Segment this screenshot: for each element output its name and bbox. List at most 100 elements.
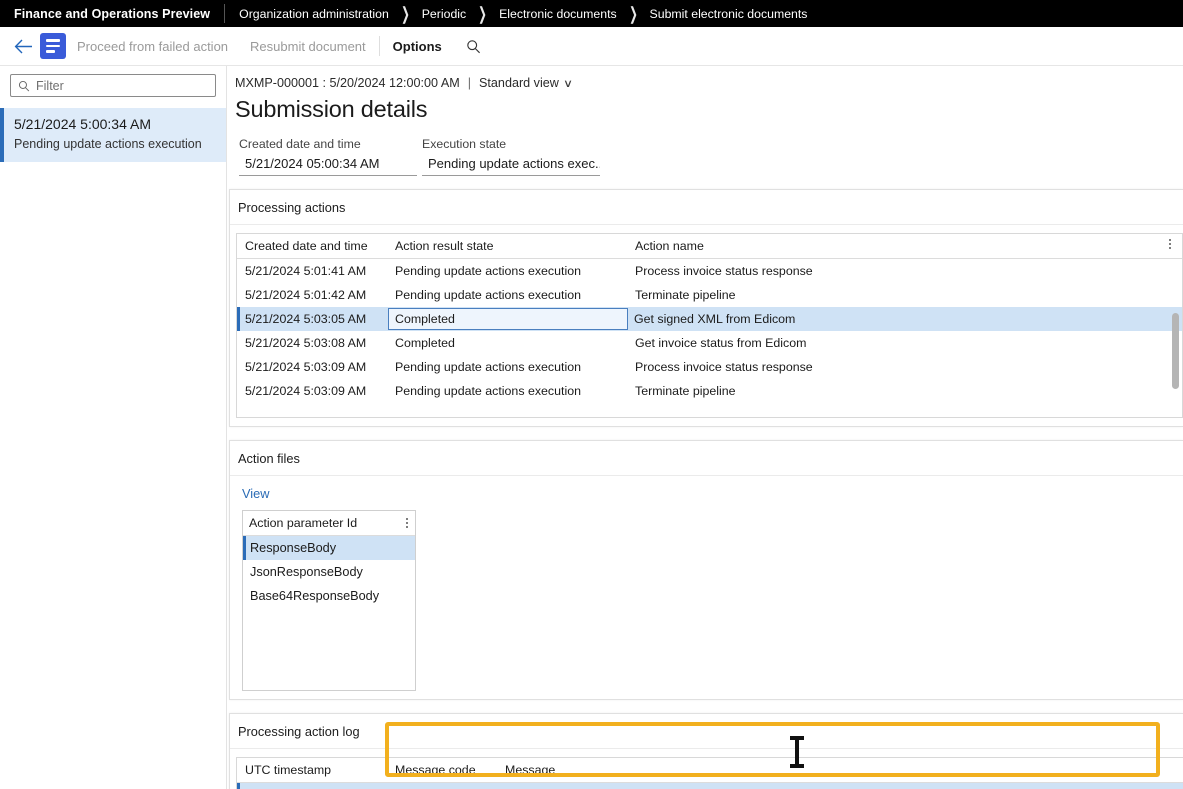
- cell-action-name: Get signed XML from Edicom: [628, 312, 1182, 326]
- breadcrumb-item-periodic[interactable]: Periodic: [420, 7, 468, 21]
- page-body: Filter 5/21/2024 5:00:34 AM Pending upda…: [0, 66, 1183, 789]
- column-header-action-parameter-id[interactable]: Action parameter Id: [249, 516, 357, 530]
- view-selector[interactable]: Standard view ∨: [479, 76, 572, 90]
- processing-action-log-grid: UTC timestamp Message code Message 5/21/…: [236, 757, 1183, 789]
- grid-header-row: Created date and time Action result stat…: [237, 234, 1182, 259]
- action-toolbar: Proceed from failed action Resubmit docu…: [0, 27, 1183, 66]
- app-brand-title: Finance and Operations Preview: [0, 7, 224, 21]
- breadcrumb-item-organization-administration[interactable]: Organization administration: [237, 7, 391, 21]
- record-caption: MXMP-000001 : 5/20/2024 12:00:00 AM | St…: [235, 76, 1183, 90]
- cell-created-date: 5/21/2024 5:01:42 AM: [237, 288, 389, 302]
- more-options-icon[interactable]: [406, 518, 408, 528]
- table-row[interactable]: 5/21/2024 5:03:08 AM Completed Get invoi…: [237, 331, 1182, 355]
- processing-action-log-section: Processing action log UTC timestamp Mess…: [229, 713, 1183, 789]
- cell-created-date: 5/21/2024 5:03:09 AM: [237, 360, 389, 374]
- action-files-section: Action files View Action parameter Id Re…: [229, 440, 1183, 700]
- cell-action-result-state[interactable]: Completed: [388, 308, 628, 330]
- table-row[interactable]: 5/21/2024 5:03:09 AM Pending update acti…: [237, 355, 1182, 379]
- grid-empty-space: [243, 608, 415, 690]
- column-header-utc-timestamp[interactable]: UTC timestamp: [237, 763, 389, 777]
- cell-created-date: 5/21/2024 5:03:09 AM: [237, 384, 389, 398]
- chevron-right-icon: ❯: [401, 3, 410, 25]
- column-header-action-result-state[interactable]: Action result state: [389, 239, 629, 253]
- resubmit-document-button[interactable]: Resubmit document: [239, 31, 377, 61]
- pane-icon-line: [46, 45, 60, 48]
- field-execution-state: Execution state Pending update actions e…: [422, 137, 600, 176]
- options-button[interactable]: Options: [382, 31, 453, 61]
- filter-input[interactable]: Filter: [10, 74, 216, 97]
- record-list: 5/21/2024 5:00:34 AM Pending update acti…: [0, 108, 226, 162]
- pane-icon-line: [46, 50, 55, 53]
- view-selector-label: Standard view: [479, 76, 559, 90]
- more-options-icon[interactable]: [1169, 239, 1171, 249]
- brand-divider: [224, 4, 225, 23]
- list-item-selected[interactable]: ResponseBody: [243, 536, 415, 560]
- filter-placeholder: Filter: [36, 79, 64, 93]
- pane-icon-line: [46, 39, 60, 42]
- search-icon: [466, 39, 481, 54]
- field-created-date-and-time: Created date and time 5/21/2024 05:00:34…: [239, 137, 417, 176]
- caption-separator: |: [468, 76, 471, 90]
- cell-created-date: 5/21/2024 5:03:05 AM: [237, 312, 389, 326]
- column-header-message-code[interactable]: Message code: [389, 763, 499, 777]
- chevron-right-icon: ❯: [478, 3, 487, 25]
- list-item-title: 5/21/2024 5:00:34 AM: [14, 115, 216, 134]
- grid-vertical-scrollbar[interactable]: [1172, 313, 1179, 389]
- view-link[interactable]: View: [236, 484, 1183, 510]
- field-value[interactable]: Pending update actions exec...: [422, 151, 600, 176]
- cell-action-name: Process invoice status response: [629, 264, 1182, 278]
- breadcrumb-item-submit-electronic-documents[interactable]: Submit electronic documents: [648, 7, 810, 21]
- section-body: Created date and time Action result stat…: [230, 225, 1183, 426]
- cell-action-name: Process invoice status response: [629, 360, 1182, 374]
- section-title: Processing actions: [230, 190, 1183, 225]
- proceed-from-failed-action-button[interactable]: Proceed from failed action: [66, 31, 239, 61]
- section-title: Processing action log: [230, 714, 1183, 749]
- processing-actions-grid: Created date and time Action result stat…: [236, 233, 1183, 418]
- kebab-dot: [1169, 247, 1171, 249]
- processing-actions-section: Processing actions Created date and time…: [229, 189, 1183, 427]
- chevron-right-icon: ❯: [629, 3, 638, 25]
- table-row[interactable]: 5/21/2024 5:01:42 AM Pending update acti…: [237, 283, 1182, 307]
- chevron-down-icon: ∨: [563, 77, 573, 90]
- kebab-dot: [1169, 239, 1171, 241]
- cell-action-result-state: Pending update actions execution: [389, 360, 629, 374]
- page-title: Submission details: [235, 96, 1183, 123]
- column-header-action-name[interactable]: Action name: [629, 239, 1182, 253]
- list-pane-toggle-button[interactable]: [40, 33, 66, 59]
- table-row[interactable]: 5/21/2024 5:03:09 AM Pending update acti…: [237, 379, 1182, 403]
- section-title: Action files: [230, 441, 1183, 476]
- toolbar-divider: [379, 36, 380, 56]
- field-label: Execution state: [422, 137, 600, 151]
- cell-action-result-state: Pending update actions execution: [389, 384, 629, 398]
- page-header: MXMP-000001 : 5/20/2024 12:00:00 AM | St…: [227, 66, 1183, 176]
- table-row[interactable]: 5/21/2024 5:01:41 AM Pending update acti…: [237, 259, 1182, 283]
- section-body: View Action parameter Id ResponseBody Js…: [230, 476, 1183, 699]
- kebab-dot: [406, 518, 408, 520]
- record-identifier: MXMP-000001 : 5/20/2024 12:00:00 AM: [235, 76, 460, 90]
- arrow-left-icon: [14, 39, 33, 54]
- kebab-dot: [406, 522, 408, 524]
- field-value[interactable]: 5/21/2024 05:00:34 AM: [239, 151, 417, 176]
- back-button[interactable]: [8, 31, 38, 61]
- breadcrumb-item-electronic-documents[interactable]: Electronic documents: [497, 7, 619, 21]
- grid-header-row: Action parameter Id: [243, 511, 415, 536]
- filter-container: Filter: [0, 74, 226, 97]
- list-item-subtitle: Pending update actions execution: [14, 136, 216, 153]
- list-item[interactable]: Base64ResponseBody: [243, 584, 415, 608]
- kebab-dot: [1169, 243, 1171, 245]
- column-header-created-date-and-time[interactable]: Created date and time: [237, 239, 389, 253]
- grid-header-row: UTC timestamp Message code Message: [237, 758, 1183, 783]
- list-item[interactable]: JsonResponseBody: [243, 560, 415, 584]
- kebab-dot: [406, 526, 408, 528]
- search-button[interactable]: [459, 31, 489, 61]
- cell-action-result-state: Pending update actions execution: [389, 264, 629, 278]
- field-label: Created date and time: [239, 137, 417, 151]
- breadcrumb: Organization administration ❯ Periodic ❯…: [237, 6, 809, 22]
- main-content: MXMP-000001 : 5/20/2024 12:00:00 AM | St…: [227, 66, 1183, 789]
- top-navigation-bar: Finance and Operations Preview Organizat…: [0, 0, 1183, 27]
- table-row-selected[interactable]: 5/21/2024 5:03:05 AM Completed Get signe…: [237, 307, 1182, 331]
- list-item[interactable]: 5/21/2024 5:00:34 AM Pending update acti…: [0, 108, 226, 162]
- table-row-selected[interactable]: 5/21/2024 5:03:07 AM EdicomGetStatus... …: [237, 783, 1183, 789]
- cell-created-date: 5/21/2024 5:01:41 AM: [237, 264, 389, 278]
- column-header-message[interactable]: Message: [499, 763, 1183, 777]
